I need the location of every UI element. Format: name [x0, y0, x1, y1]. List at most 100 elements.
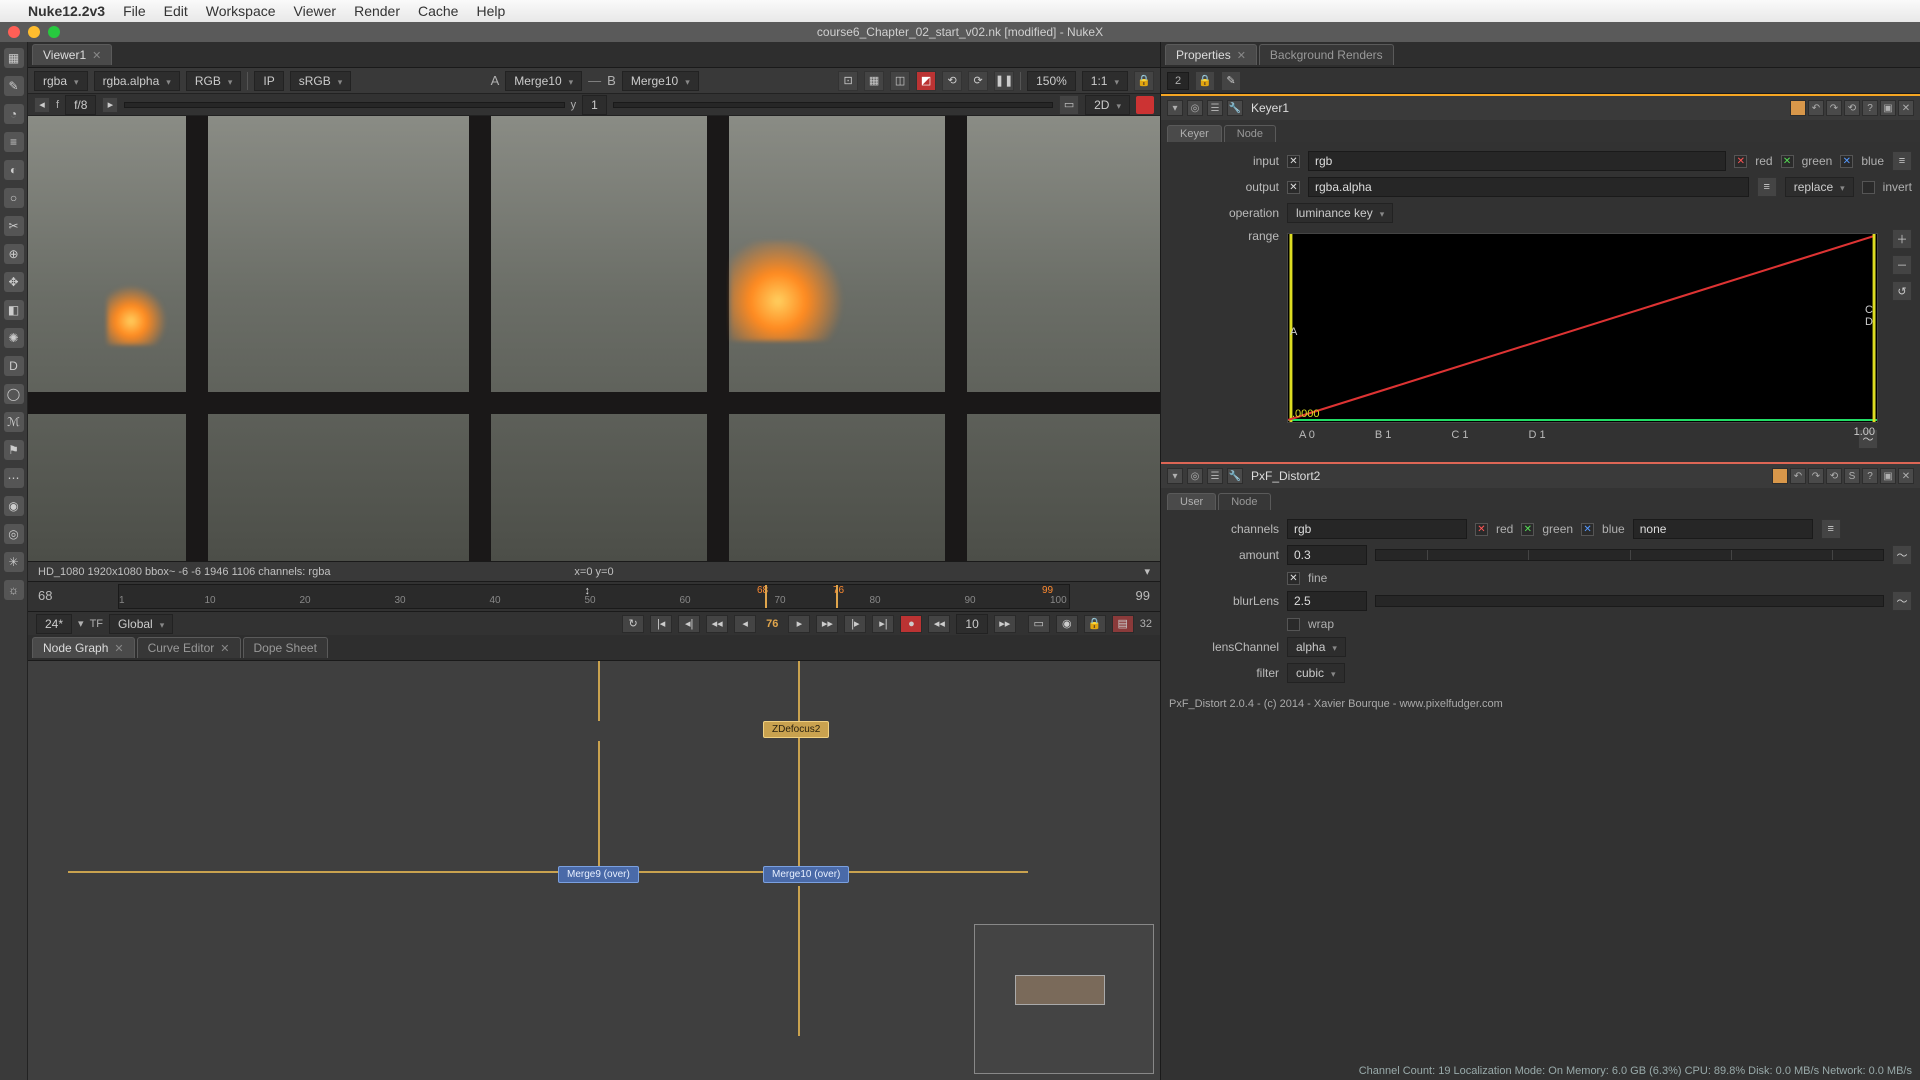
close-icon[interactable]: ✕ — [92, 49, 101, 62]
mark-in[interactable]: 68 — [756, 585, 770, 597]
redo-icon[interactable]: ↷ — [1808, 468, 1824, 484]
play-back-icon[interactable]: ◂ — [734, 615, 756, 633]
mark-out[interactable]: 99 — [1041, 585, 1055, 597]
ratio-dropdown[interactable]: 1:1 — [1082, 71, 1128, 91]
lock-panels-icon[interactable]: 🔒 — [1195, 71, 1215, 91]
tool-other-icon[interactable]: ⋯ — [4, 468, 24, 488]
tool-furnace-icon[interactable]: ◉ — [4, 496, 24, 516]
blur-field[interactable]: 2.5 — [1287, 591, 1367, 611]
tab-dope-sheet[interactable]: Dope Sheet — [243, 637, 328, 658]
panel-count[interactable]: 2 — [1167, 72, 1189, 90]
tool-color-icon[interactable]: ◐ — [4, 160, 24, 180]
refresh-icon[interactable]: ⟳ — [968, 71, 988, 91]
zoom-dropdown[interactable]: 150% — [1027, 71, 1076, 91]
tool-image-icon[interactable]: ▦ — [4, 48, 24, 68]
s-icon[interactable]: S — [1844, 468, 1860, 484]
tool-cara-icon[interactable]: ◎ — [4, 524, 24, 544]
close-window-button[interactable] — [8, 26, 20, 38]
mark-playhead[interactable]: 76 — [832, 585, 846, 597]
anim-icon[interactable]: 〜 — [1892, 591, 1912, 611]
blue-check[interactable] — [1840, 155, 1853, 168]
node-merge10[interactable]: Merge10 (over) — [763, 866, 849, 883]
sync-dropdown[interactable]: Global — [109, 614, 173, 634]
skip-back-icon[interactable]: ◂◂ — [928, 615, 950, 633]
tool-transform-icon[interactable]: ✥ — [4, 272, 24, 292]
gamma-field[interactable]: 1 — [582, 95, 607, 115]
input-a-dropdown[interactable]: Merge10 — [505, 71, 582, 91]
fps-field[interactable]: 24* — [36, 614, 72, 634]
menu-cache[interactable]: Cache — [418, 3, 458, 19]
tool-filter-icon[interactable]: ○ — [4, 188, 24, 208]
tool-deep-icon[interactable]: D — [4, 356, 24, 376]
lock-transport-icon[interactable]: 🔒 — [1084, 615, 1106, 633]
tf-label[interactable]: TF — [90, 618, 103, 630]
timeline-in[interactable]: 68 — [38, 588, 52, 603]
clear-panels-icon[interactable]: ✎ — [1221, 71, 1241, 91]
handle-d[interactable]: D 1 — [1529, 429, 1546, 449]
input-enable-check[interactable] — [1287, 155, 1300, 168]
tool-metadata-icon[interactable]: ℳ — [4, 412, 24, 432]
keyer-tab-node[interactable]: Node — [1224, 125, 1276, 142]
dimension-dropdown[interactable]: 2D — [1085, 95, 1130, 115]
tab-background-renders[interactable]: Background Renders — [1259, 44, 1394, 65]
handle-a[interactable]: A 0 — [1299, 429, 1315, 449]
go-first-icon[interactable]: |◂ — [650, 615, 672, 633]
ip-toggle[interactable]: IP — [254, 71, 283, 91]
tool-3d-icon[interactable]: ◧ — [4, 300, 24, 320]
keyer-tab-keyer[interactable]: Keyer — [1167, 125, 1222, 142]
reveal-icon[interactable]: ☰ — [1207, 468, 1223, 484]
green-check[interactable] — [1781, 155, 1794, 168]
handle-c[interactable]: C 1 — [1451, 429, 1468, 449]
handle-b[interactable]: B 1 — [1375, 429, 1392, 449]
reveal-icon[interactable]: ☰ — [1207, 100, 1223, 116]
layer-dropdown[interactable]: rgba.alpha — [94, 71, 180, 91]
proxy-icon[interactable]: ⟲ — [942, 71, 962, 91]
close-panel-icon[interactable]: ✕ — [1898, 468, 1914, 484]
distort-tab-user[interactable]: User — [1167, 493, 1216, 510]
nodegraph-overview[interactable] — [974, 924, 1154, 1074]
lock-icon[interactable]: 🔒 — [1134, 71, 1154, 91]
wipe-icon[interactable]: ◫ — [890, 71, 910, 91]
exp-left-icon[interactable]: ◂ — [34, 97, 50, 113]
green-check[interactable] — [1521, 523, 1534, 536]
color-dropdown[interactable]: RGB — [186, 71, 242, 91]
menu-file[interactable]: File — [123, 3, 146, 19]
tool-pxf-icon[interactable]: ✳ — [4, 552, 24, 572]
viewport[interactable] — [28, 116, 1160, 561]
amount-slider[interactable] — [1375, 549, 1884, 561]
node-color-swatch[interactable] — [1772, 468, 1788, 484]
clip-icon[interactable]: ⊡ — [838, 71, 858, 91]
close-icon[interactable]: ✕ — [220, 642, 229, 655]
help-icon[interactable]: ? — [1862, 468, 1878, 484]
output-enable-check[interactable] — [1287, 181, 1300, 194]
undo-icon[interactable]: ↶ — [1790, 468, 1806, 484]
arrow-icon[interactable]: ▾ — [78, 617, 84, 630]
eyedropper-icon[interactable] — [1136, 96, 1154, 114]
menu-app-name[interactable]: Nuke12.2v3 — [28, 3, 105, 19]
menu-edit[interactable]: Edit — [164, 3, 188, 19]
nodegraph-canvas[interactable]: ZDefocus2 Merge9 (over) Merge10 (over) — [28, 661, 1160, 1080]
split-icon[interactable]: ≡ — [1821, 519, 1841, 539]
channel-dropdown[interactable]: rgba — [34, 71, 88, 91]
node-zdefocus[interactable]: ZDefocus2 — [763, 721, 829, 738]
tool-views-icon[interactable]: ◯ — [4, 384, 24, 404]
loop-icon[interactable]: ↻ — [622, 615, 644, 633]
capture-icon[interactable]: ◉ — [1056, 615, 1078, 633]
collapse-icon[interactable]: ▾ — [1167, 468, 1183, 484]
roi-icon[interactable]: ◩ — [916, 71, 936, 91]
cursor-icon[interactable]: ↕ — [585, 585, 591, 597]
monitor-icon[interactable]: ▭ — [1028, 615, 1050, 633]
gamma-slider[interactable] — [613, 102, 1053, 108]
tab-properties[interactable]: Properties✕ — [1165, 44, 1257, 65]
tab-curve-editor[interactable]: Curve Editor✕ — [137, 637, 241, 658]
input-b-dropdown[interactable]: Merge10 — [622, 71, 699, 91]
tool-time-icon[interactable]: ◔ — [4, 104, 24, 124]
filter-dropdown[interactable]: cubic — [1287, 663, 1345, 683]
timeline-out[interactable]: 99 — [1136, 588, 1150, 603]
channel4-dropdown[interactable]: none — [1633, 519, 1813, 539]
revert-icon[interactable]: ⟲ — [1826, 468, 1842, 484]
add-key-icon[interactable]: ＋ — [1892, 229, 1912, 249]
info-arrow-icon[interactable]: ▾ — [1144, 565, 1150, 578]
remove-key-icon[interactable]: － — [1892, 255, 1912, 275]
tool-channel-icon[interactable]: ≡ — [4, 132, 24, 152]
